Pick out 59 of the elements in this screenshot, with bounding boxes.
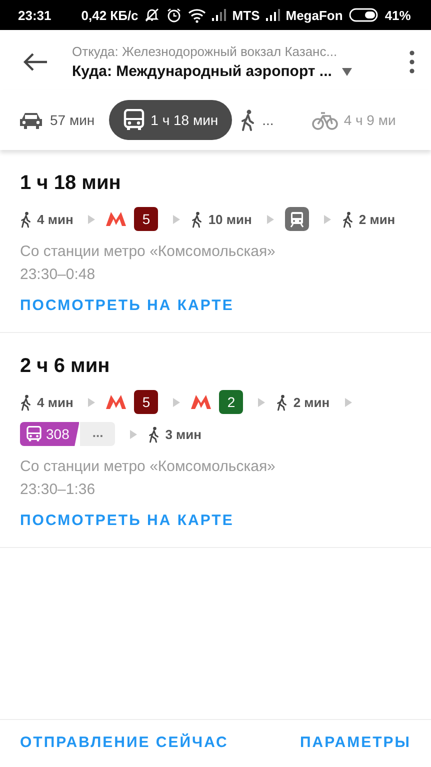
walking-person-icon [20, 394, 32, 410]
walk-time: 4 мин [37, 212, 74, 226]
walk-time: 4 мин [37, 394, 74, 410]
transport-mode-tab[interactable]: 57 мин [12, 101, 107, 139]
train-icon [284, 207, 309, 231]
metro-icon [106, 395, 126, 409]
car-icon [18, 110, 44, 130]
metro-line-badge: 5 [134, 390, 158, 414]
walk-time: 10 мин [208, 212, 252, 226]
bicycle-icon [312, 110, 338, 130]
back-icon [22, 52, 48, 72]
wifi-icon [188, 8, 206, 22]
station-text: Со станции метро «Комсомольская» [20, 243, 276, 260]
transport-mode-tab[interactable]: ... [234, 100, 286, 140]
transport-mode-tab[interactable]: 1 ч 18 мин [108, 100, 232, 140]
chevron-right-icon [258, 398, 266, 406]
chevron-right-icon [88, 398, 96, 406]
metro-line-badge: 5 [134, 207, 158, 231]
bus-icon [122, 109, 145, 131]
signal-icon [212, 9, 226, 21]
metro-icon [106, 212, 126, 226]
chevron-right-icon [173, 214, 180, 224]
walking-person-icon [20, 210, 32, 228]
bus-icon [26, 426, 42, 442]
walking-person-icon [148, 426, 160, 442]
chevron-right-icon [130, 430, 138, 438]
route-duration[interactable]: 2 ч 6 мин [20, 355, 110, 378]
dropdown-icon[interactable] [342, 68, 352, 76]
walking-person-icon [342, 210, 354, 228]
walk-time: 2 мин [358, 212, 396, 226]
route-duration[interactable]: 1 ч 18 мин [20, 172, 121, 195]
mute-icon [144, 7, 160, 23]
carrier-name: MegaFon [286, 8, 343, 22]
time-range: 23:30–1:36 [20, 481, 96, 498]
more-routes-chip: ... [80, 422, 116, 446]
more-icon [409, 50, 415, 74]
chevron-right-icon [173, 398, 180, 406]
time-range: 23:30–0:48 [20, 266, 96, 283]
signal-icon [266, 9, 280, 21]
walk-time: 3 мин [165, 426, 202, 442]
metro-icon [191, 395, 212, 409]
walking-person-icon [240, 109, 256, 131]
network-speed: 0,42 КБ/с [81, 8, 138, 22]
chevron-right-icon [266, 214, 274, 224]
walk-time: 2 мин [293, 394, 330, 410]
battery-level: 41% [384, 8, 411, 22]
walking-person-icon [191, 210, 204, 228]
chevron-right-icon [344, 398, 352, 406]
station-text: Со станции метро «Комсомольская» [20, 458, 276, 475]
metro-line-badge: 2 [219, 390, 244, 414]
alarm-icon [166, 7, 182, 23]
carrier-name: MTS [232, 8, 260, 22]
chevron-right-icon [88, 214, 96, 224]
chevron-right-icon [324, 214, 331, 224]
walking-person-icon [276, 394, 288, 410]
bus-number: 308 [46, 426, 70, 442]
destination-text[interactable]: Куда: Международный аэропорт ... [72, 63, 332, 80]
status-time: 23:31 [18, 8, 52, 22]
battery-icon [348, 8, 379, 22]
